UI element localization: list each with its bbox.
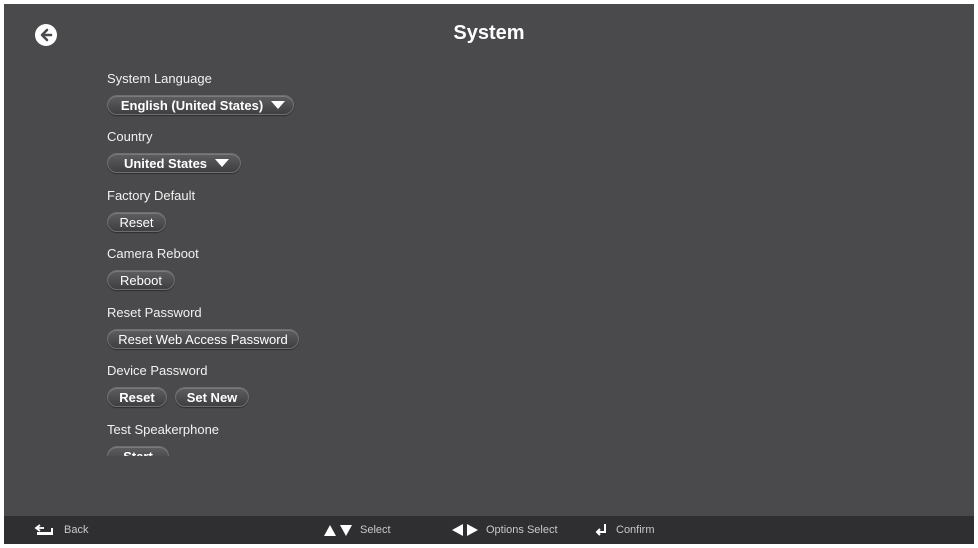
footer-back-label: Back [64, 524, 89, 536]
section-reset-password: Reset Password Reset Web Access Password [107, 304, 299, 349]
footer-hints: Back Select Options Select Confirm [4, 516, 974, 544]
factory-default-label: Factory Default [107, 188, 196, 203]
footer-confirm-hint: Confirm [594, 516, 655, 544]
section-camera-reboot: Camera Reboot Reboot [107, 245, 199, 290]
page-title: System [453, 22, 525, 44]
camera-reboot-button[interactable]: Reboot [107, 270, 175, 290]
section-test-speakerphone: Test Speakerphone Start [107, 421, 219, 456]
footer-back-hint: Back [34, 516, 88, 544]
reset-password-label: Reset Password [107, 305, 202, 320]
system-language-dropdown[interactable]: English (United States) [107, 95, 294, 115]
chevron-down-icon [215, 159, 230, 167]
speakerphone-start-button[interactable]: Start [107, 446, 169, 456]
system-language-value: English (United States) [120, 97, 264, 113]
camera-reboot-label: Camera Reboot [107, 246, 199, 261]
footer-select-hint: Select [324, 516, 391, 544]
system-settings-screen: System System Language English (United S… [4, 4, 974, 544]
settings-list: System Language English (United States) … [107, 64, 607, 456]
factory-reset-button[interactable]: Reset [107, 212, 166, 232]
footer-confirm-label: Confirm [616, 524, 655, 536]
up-down-arrows-icon [324, 524, 352, 536]
device-password-label: Device Password [107, 363, 208, 378]
country-label: Country [107, 129, 153, 144]
section-device-password: Device Password Reset Set New [107, 362, 249, 407]
enter-return-icon [595, 524, 606, 536]
section-country: Country United States [107, 128, 241, 173]
country-value: United States [123, 155, 208, 171]
device-password-set-new-button[interactable]: Set New [175, 387, 249, 407]
test-speakerphone-label: Test Speakerphone [107, 422, 220, 437]
footer-options-select-hint: Options Select [452, 516, 558, 544]
section-system-language: System Language English (United States) [107, 70, 294, 115]
footer-select-label: Select [360, 524, 391, 536]
section-factory-default: Factory Default Reset [107, 187, 195, 232]
device-password-buttons: Reset Set New [107, 380, 249, 407]
back-return-icon [34, 524, 53, 535]
country-dropdown[interactable]: United States [107, 153, 241, 173]
reset-web-access-password-button[interactable]: Reset Web Access Password [107, 329, 299, 349]
chevron-down-icon [271, 101, 286, 109]
device-password-reset-button[interactable]: Reset [107, 387, 167, 407]
footer-options-select-label: Options Select [486, 524, 558, 536]
header: System [4, 4, 974, 64]
system-language-label: System Language [107, 71, 212, 86]
left-right-arrows-icon [452, 524, 478, 536]
